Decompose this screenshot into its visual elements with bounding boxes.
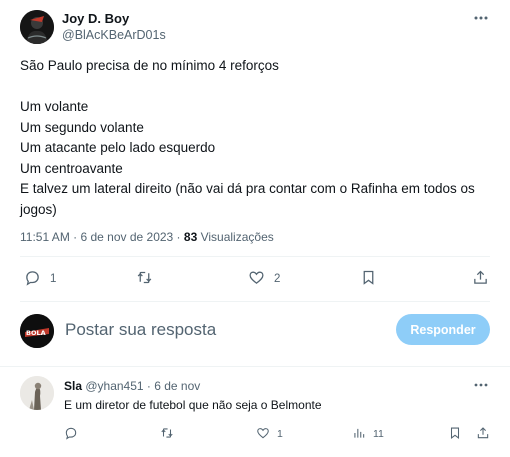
commenter-avatar[interactable]: [20, 376, 54, 410]
svg-text:BOLA: BOLA: [26, 329, 46, 337]
reply-input[interactable]: Postar sua resposta: [65, 320, 216, 340]
divider: [20, 256, 490, 257]
author-name[interactable]: Joy D. Boy: [62, 11, 129, 26]
view-count: 83: [183, 230, 198, 244]
reply-icon: [64, 426, 78, 443]
post-meta: 11:51 AM · 6 de nov de 2023 · 83 Visuali…: [20, 230, 274, 244]
post-timestamp[interactable]: 11:51 AM · 6 de nov de 2023 ·: [20, 230, 184, 244]
comment-header: Sla @yhan451 · 6 de nov: [64, 379, 200, 393]
comment-view-count: 11: [373, 428, 384, 440]
comment-views-button[interactable]: 11: [352, 424, 384, 444]
divider: [20, 301, 490, 302]
analytics-icon: [352, 426, 366, 443]
post-text: São Paulo precisa de no mínimo 4 reforço…: [20, 58, 475, 217]
bookmark-button[interactable]: [360, 268, 377, 290]
bookmark-icon: [360, 269, 377, 289]
comment-like-count: 1: [277, 428, 283, 440]
like-count: 2: [274, 273, 281, 285]
comment-share-button[interactable]: [476, 424, 490, 444]
comment-reply-button[interactable]: [64, 424, 78, 444]
like-icon: [256, 426, 270, 443]
commenter-name[interactable]: Sla: [64, 379, 82, 393]
reply-count: 1: [50, 273, 57, 285]
share-button[interactable]: [472, 268, 489, 290]
reply-composer: BOLA Postar sua resposta Responder: [0, 306, 510, 358]
like-button[interactable]: 2: [248, 268, 280, 290]
more-icon[interactable]: [472, 10, 490, 26]
divider: [0, 366, 510, 367]
comment-retweet-button[interactable]: [160, 424, 174, 444]
share-icon: [476, 426, 490, 443]
reply-button[interactable]: 1: [24, 268, 56, 290]
share-icon: [472, 269, 489, 289]
commenter-handle-date[interactable]: @yhan451 · 6 de nov: [82, 379, 200, 393]
author-handle[interactable]: @BlAcKBeArD01s: [62, 28, 166, 42]
retweet-icon: [160, 426, 174, 443]
author-avatar[interactable]: [20, 10, 54, 44]
like-icon: [248, 269, 265, 289]
comment-actions: 1 11: [64, 424, 490, 444]
bookmark-icon: [448, 426, 462, 443]
current-user-avatar[interactable]: BOLA: [20, 314, 54, 348]
comment-bookmark-button[interactable]: [448, 424, 462, 444]
reply-tweet: Sla @yhan451 · 6 de nov E um diretor de …: [0, 368, 510, 457]
main-post: Joy D. Boy @BlAcKBeArD01s São Paulo prec…: [0, 0, 510, 302]
view-label: Visualizações: [197, 230, 274, 244]
reply-submit-button[interactable]: Responder: [396, 314, 490, 345]
post-actions: 1 2: [20, 268, 490, 290]
more-icon[interactable]: [472, 378, 490, 395]
retweet-button[interactable]: [136, 268, 153, 290]
comment-text: E um diretor de futebol que não seja o B…: [64, 398, 322, 412]
retweet-icon: [136, 269, 153, 289]
reply-icon: [24, 269, 41, 289]
comment-like-button[interactable]: 1: [256, 424, 283, 444]
